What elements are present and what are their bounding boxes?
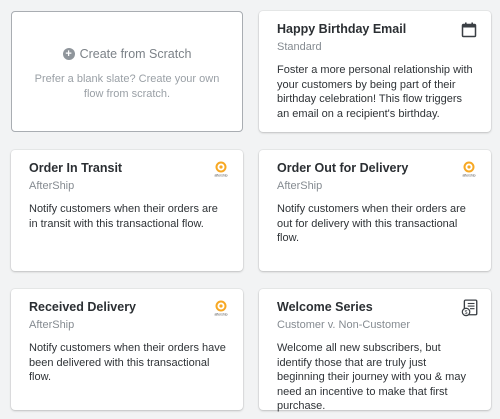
create-from-scratch-card[interactable]: + Create from Scratch Prefer a blank sla… — [11, 11, 243, 132]
aftership-logo-text: aftership — [462, 173, 475, 177]
flow-card-description: Notify customers when their orders are o… — [277, 203, 466, 244]
flow-card-subtitle: AfterShip — [277, 180, 323, 192]
flow-card-description: Welcome all new subscribers, but identif… — [277, 342, 466, 412]
aftership-logo-icon: aftership — [214, 300, 228, 316]
plus-circle-icon: + — [62, 48, 75, 60]
flow-card-subtitle: Customer v. Non-Customer — [277, 319, 411, 331]
aftership-logo-text: aftership — [214, 173, 227, 177]
flow-card-order-out-for-delivery[interactable]: Order Out for Delivery AfterShip Notify … — [259, 150, 491, 271]
flow-card-happy-birthday[interactable]: Happy Birthday Email Standard Foster a m… — [259, 11, 491, 132]
document-dollar-icon: $ — [461, 299, 478, 317]
aftership-logo-icon: aftership — [214, 161, 228, 177]
create-from-scratch-title: + Create from Scratch — [12, 47, 242, 61]
flow-card-title: Order Out for Delivery — [277, 161, 409, 175]
flow-card-title: Received Delivery — [29, 300, 137, 314]
flow-card-order-in-transit[interactable]: Order In Transit AfterShip Notify custom… — [11, 150, 243, 271]
calendar-icon — [461, 22, 477, 38]
flow-card-received-delivery[interactable]: Received Delivery AfterShip Notify custo… — [11, 289, 243, 410]
aftership-logo-text: aftership — [214, 312, 227, 316]
flow-card-title: Welcome Series — [277, 300, 373, 314]
flow-card-description: Foster a more personal relationship with… — [277, 64, 473, 120]
svg-text:$: $ — [465, 310, 468, 316]
flow-card-title: Happy Birthday Email — [277, 22, 407, 36]
create-from-scratch-description: Prefer a blank slate? Create your own fl… — [34, 73, 220, 100]
create-from-scratch-label: Create from Scratch — [79, 47, 192, 61]
flow-card-title: Order In Transit — [29, 161, 123, 175]
flow-card-description: Notify customers when their orders are i… — [29, 203, 218, 230]
flow-card-subtitle: AfterShip — [29, 319, 75, 331]
aftership-logo-icon: aftership — [462, 161, 476, 177]
flow-card-description: Notify customers when their orders have … — [29, 342, 226, 383]
flow-card-welcome-series[interactable]: Welcome Series Customer v. Non-Customer … — [259, 289, 491, 412]
flow-card-subtitle: Standard — [277, 41, 322, 53]
flow-card-subtitle: AfterShip — [29, 180, 75, 192]
